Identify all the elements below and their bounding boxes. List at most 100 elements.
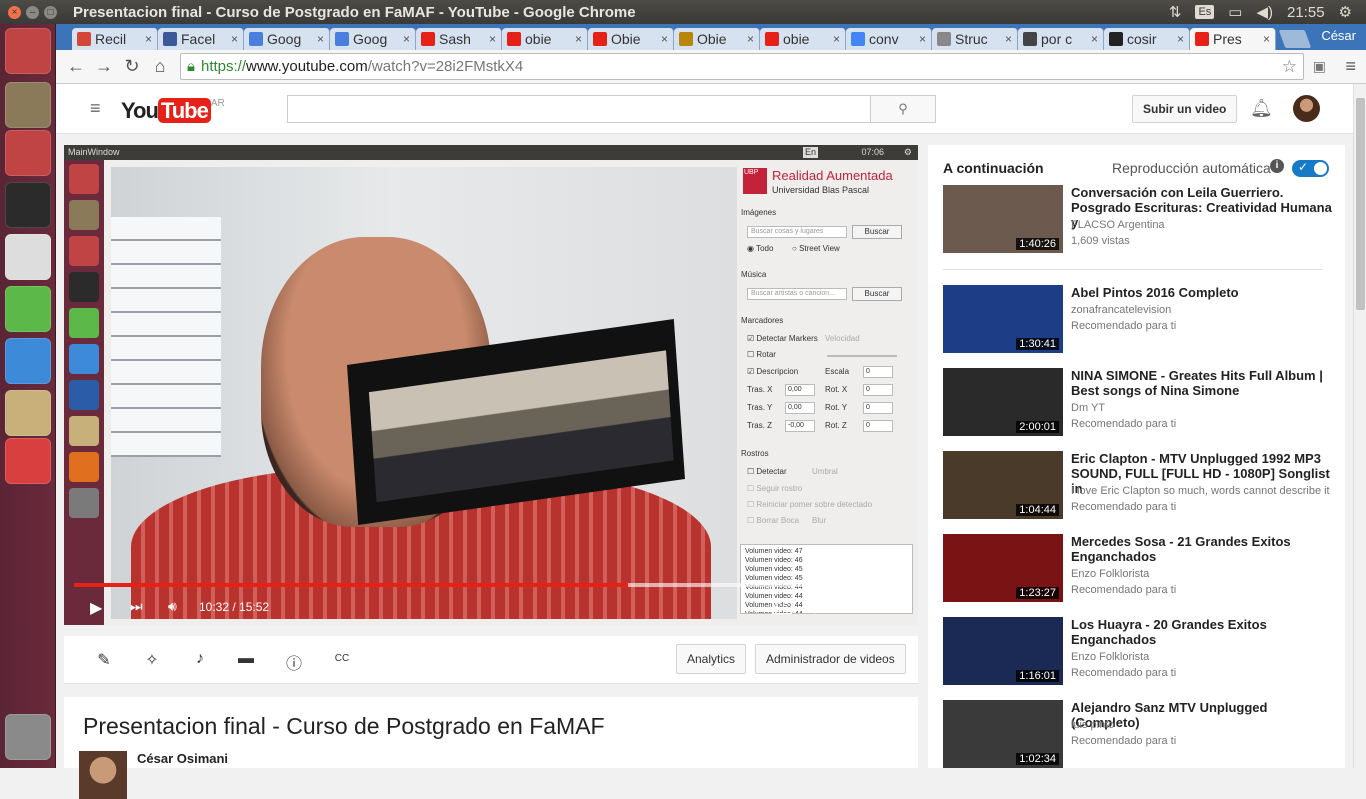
autoplay-info-icon[interactable]: i [1270,159,1284,173]
search-button[interactable]: ⚲ [870,95,936,123]
recommended-video[interactable]: 1:04:44 Eric Clapton - MTV Unplugged 1992… [943,451,1333,521]
video-thumbnail[interactable]: 2:00:01 [943,368,1063,436]
recommended-video[interactable]: 1:30:41 Abel Pintos 2016 Completo zonafran… [943,285,1333,355]
tab-close-icon[interactable]: × [317,32,324,46]
volume-icon[interactable]: ◀) [1256,3,1273,21]
tab-close-icon[interactable]: × [403,32,410,46]
video-thumbnail[interactable]: 1:23:27 [943,534,1063,602]
minimize-window-button[interactable]: – [26,5,39,19]
recommended-video[interactable]: 1:40:26 Conversación con Leila Guerriero.… [943,185,1333,255]
tab-close-icon[interactable]: × [1091,32,1098,46]
browser-tab[interactable]: Pres × [1190,28,1276,50]
video-thumbnail[interactable]: 1:16:01 [943,617,1063,685]
recommended-video[interactable]: 2:00:01 NINA SIMONE - Greates Hits Full A… [943,368,1333,438]
tab-close-icon[interactable]: × [231,32,238,46]
video-title-link[interactable]: Mercedes Sosa - 21 Grandes Exitos Enganc… [1071,534,1333,564]
tab-close-icon[interactable]: × [833,32,840,46]
recommended-video[interactable]: 1:02:34 Alejandro Sanz MTV Unplugged (Com… [943,700,1333,770]
video-thumbnail[interactable]: 1:04:44 [943,451,1063,519]
upload-button[interactable]: Subir un video [1132,95,1238,123]
new-tab-button[interactable] [1278,30,1312,48]
captions-icon[interactable]: CC [772,601,793,614]
browser-tab[interactable]: por c × [1018,28,1104,50]
address-bar[interactable]: 🔒︎ https:// www.youtube.com /watch?v=28i… [180,53,1304,80]
tab-close-icon[interactable]: × [1263,32,1270,46]
search-input[interactable] [287,95,871,123]
chrome-icon[interactable] [5,338,51,384]
home-icon[interactable]: ⌂ [146,56,174,77]
browser-tab[interactable]: Goog × [244,28,330,50]
texmaker-icon[interactable] [5,234,51,280]
trash-icon[interactable] [5,714,51,760]
app-icon[interactable] [5,438,51,484]
browser-tab[interactable]: Obie × [588,28,674,50]
enhancements-wand-icon[interactable]: ✧ [142,650,162,670]
annotations-comment-icon[interactable]: ▬ [236,650,256,670]
subtitles-cc-icon[interactable]: CC [332,653,352,673]
progress-bar[interactable] [74,583,908,587]
tab-close-icon[interactable]: × [661,32,668,46]
back-arrow-icon[interactable]: ← [62,56,90,77]
autoplay-toggle[interactable]: ✓ [1292,160,1329,177]
video-title-link[interactable]: Los Huayra - 20 Grandes Exitos Enganchad… [1071,617,1333,647]
video-thumbnail[interactable]: 1:30:41 [943,285,1063,353]
settings-icon[interactable]: ⚙ [808,598,822,618]
browser-tab[interactable]: obie × [502,28,588,50]
video-thumbnail[interactable]: 1:40:26 [943,185,1063,253]
recommended-video[interactable]: 1:16:01 Los Huayra - 20 Grandes Exitos En… [943,617,1333,687]
tab-close-icon[interactable]: × [919,32,926,46]
chrome-menu-icon[interactable]: ≡ [1345,56,1356,77]
video-player[interactable]: MainWindow En 07:06 ⚙ UBP Realidad Aumen… [64,145,918,625]
keyboard-layout-indicator[interactable]: Es [1195,5,1215,19]
youtube-logo[interactable]: You Tube AR [121,98,225,124]
browser-tab[interactable]: Facel × [158,28,244,50]
recommended-video[interactable]: 1:23:27 Mercedes Sosa - 21 Grandes Exitos… [943,534,1333,604]
battery-icon[interactable]: ▭ [1228,3,1242,21]
browser-tab[interactable]: Struc × [932,28,1018,50]
bookmark-star-icon[interactable]: ☆ [1282,57,1297,77]
account-avatar[interactable] [1293,95,1320,122]
play-icon[interactable]: ▶ [90,598,102,618]
files-icon[interactable] [5,82,51,128]
next-icon[interactable]: ⏭ [130,598,143,615]
notifications-bell-icon[interactable]: 🔔︎ [1250,98,1273,119]
profile-button[interactable]: César [1311,24,1366,46]
browser-tab[interactable]: Obie × [674,28,760,50]
maximize-window-button[interactable]: □ [44,5,57,19]
video-title-link[interactable]: NINA SIMONE - Greates Hits Full Album | … [1071,368,1333,398]
close-window-button[interactable]: × [8,5,21,19]
edit-pencil-icon[interactable]: ✎ [94,650,114,670]
scrollbar-thumb[interactable] [1356,98,1365,310]
video-title-link[interactable]: Abel Pintos 2016 Completo [1071,285,1333,300]
video-manager-button[interactable]: Administrador de videos [755,644,906,674]
info-icon[interactable]: ⓘ [284,650,304,673]
audio-music-icon[interactable]: ♪ [190,650,210,670]
browser-tab[interactable]: conv × [846,28,932,50]
video-thumbnail[interactable]: 1:02:34 [943,700,1063,768]
ubuntu-dash-icon[interactable] [5,28,51,74]
tab-close-icon[interactable]: × [1005,32,1012,46]
tab-close-icon[interactable]: × [747,32,754,46]
image-viewer-icon[interactable] [5,390,51,436]
browser-tab[interactable]: Goog × [330,28,416,50]
tab-close-icon[interactable]: × [575,32,582,46]
browser-tab[interactable]: Recil × [72,28,158,50]
qt-creator-icon[interactable] [5,286,51,332]
theater-mode-icon[interactable]: ▭ [842,598,855,615]
browser-tab[interactable]: obie × [760,28,846,50]
system-settings-icon[interactable] [5,130,51,176]
browser-tab[interactable]: cosir × [1104,28,1190,50]
analytics-button[interactable]: Analytics [676,644,747,674]
browser-tab[interactable]: Sash × [416,28,502,50]
extension-icon[interactable]: ▣ [1313,58,1326,75]
page-scrollbar[interactable] [1353,84,1366,768]
channel-avatar[interactable] [79,751,127,799]
tab-close-icon[interactable]: × [1177,32,1184,46]
tab-close-icon[interactable]: × [145,32,152,46]
reload-icon[interactable]: ↻ [118,56,146,77]
volume-icon-player[interactable]: 🔊︎ [168,598,177,615]
channel-name[interactable]: César Osimani [137,751,228,766]
terminal-icon[interactable] [5,182,51,228]
network-icon[interactable]: ⇅ [1169,3,1182,21]
clock[interactable]: 21:55 [1287,4,1325,21]
